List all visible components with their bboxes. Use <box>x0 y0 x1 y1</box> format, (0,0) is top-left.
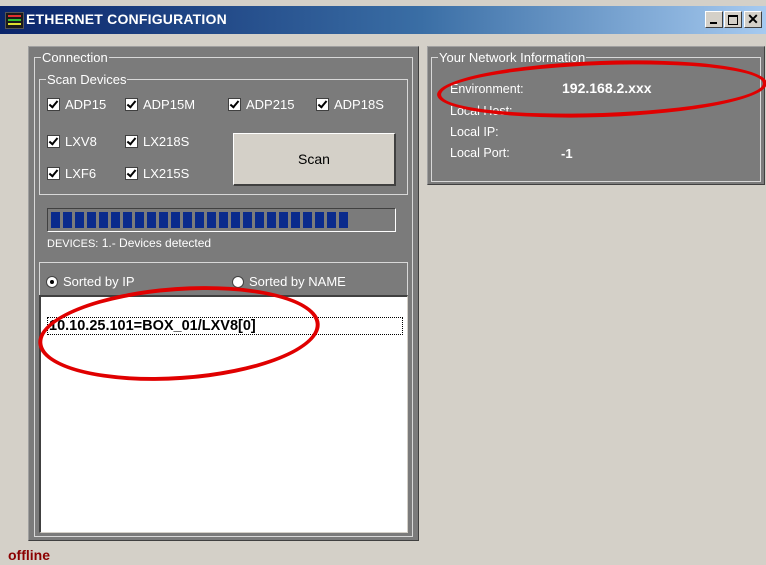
progress-segment <box>135 212 144 228</box>
devices-label: DEVICES: <box>47 238 99 250</box>
checkbox-label: ADP18S <box>334 97 384 112</box>
ethernet-config-window: ETHERNET CONFIGURATION ✕ Connection Scan… <box>0 0 766 565</box>
progress-segment <box>75 212 84 228</box>
checkbox-adp18s[interactable]: ADP18S <box>316 97 384 112</box>
connection-panel: Connection Scan Devices ADP15 ADP15M ADP… <box>28 46 419 541</box>
progress-segment <box>99 212 108 228</box>
progress-segment <box>195 212 204 228</box>
scan-devices-legend: Scan Devices <box>46 72 128 87</box>
window-title: ETHERNET CONFIGURATION <box>26 11 227 27</box>
progress-segment <box>291 212 300 228</box>
radio-icon[interactable] <box>232 275 244 288</box>
checkbox-label: ADP215 <box>246 97 295 112</box>
progress-segment <box>171 212 180 228</box>
checkbox-lx218s[interactable]: LX218S <box>125 134 189 149</box>
connection-status: offline <box>8 547 50 563</box>
progress-segment <box>183 212 192 228</box>
checkbox-adp15m[interactable]: ADP15M <box>125 97 195 112</box>
checkbox-label: ADP15M <box>143 97 196 112</box>
local-ip-label: Local IP: <box>450 125 499 139</box>
checkbox-label: LX218S <box>143 134 190 149</box>
checkbox-check-icon[interactable] <box>125 98 138 111</box>
local-host-label: Local Host: <box>450 104 513 118</box>
progress-segment <box>51 212 60 228</box>
progress-segment <box>123 212 132 228</box>
list-item[interactable]: 10.10.25.101=BOX_01/LXV8[0] <box>47 317 403 335</box>
progress-segment <box>87 212 96 228</box>
checkbox-adp15[interactable]: ADP15 <box>47 97 106 112</box>
progress-segment <box>339 212 348 228</box>
radio-label: Sorted by NAME <box>249 274 346 289</box>
checkbox-label: LXF6 <box>65 166 97 181</box>
minimize-button[interactable] <box>705 11 723 28</box>
radio-sorted-by-name[interactable]: Sorted by NAME <box>232 274 346 289</box>
checkbox-check-icon[interactable] <box>47 98 60 111</box>
checkbox-check-icon[interactable] <box>125 167 138 180</box>
checkbox-lxf6[interactable]: LXF6 <box>47 166 96 181</box>
network-info-group: Your Network Information <box>431 50 761 182</box>
checkbox-adp215[interactable]: ADP215 <box>228 97 294 112</box>
checkbox-label: ADP15 <box>65 97 107 112</box>
close-button[interactable]: ✕ <box>744 11 762 28</box>
checkbox-label: LX215S <box>143 166 190 181</box>
environment-label: Environment: <box>450 82 524 96</box>
progress-segment <box>111 212 120 228</box>
network-info-panel: Your Network Information Environment: 19… <box>427 46 765 185</box>
checkbox-check-icon[interactable] <box>47 167 60 180</box>
checkbox-check-icon[interactable] <box>316 98 329 111</box>
connection-legend: Connection <box>41 50 109 65</box>
scan-progress-bar <box>47 208 396 232</box>
progress-segment <box>279 212 288 228</box>
progress-segment <box>255 212 264 228</box>
progress-segment <box>159 212 168 228</box>
maximize-button[interactable] <box>724 11 742 28</box>
devices-status: DEVICES: 1.- Devices detected <box>47 236 211 250</box>
title-bar[interactable]: ETHERNET CONFIGURATION ✕ <box>0 6 766 34</box>
progress-segment <box>219 212 228 228</box>
radio-sorted-by-ip[interactable]: Sorted by IP <box>46 274 135 289</box>
progress-segment <box>63 212 72 228</box>
local-port-label: Local Port: <box>450 146 510 160</box>
close-icon: ✕ <box>747 11 759 27</box>
radio-selected-icon[interactable] <box>46 275 58 288</box>
progress-segment <box>207 212 216 228</box>
progress-segment <box>315 212 324 228</box>
checkbox-check-icon[interactable] <box>228 98 241 111</box>
environment-value: 192.168.2.xxx <box>562 80 652 96</box>
network-info-legend: Your Network Information <box>438 50 587 65</box>
progress-segment <box>243 212 252 228</box>
progress-segment <box>147 212 156 228</box>
checkbox-label: LXV8 <box>65 134 97 149</box>
checkbox-check-icon[interactable] <box>47 135 60 148</box>
devices-count-text: 1.- Devices detected <box>101 236 212 250</box>
checkbox-lxv8[interactable]: LXV8 <box>47 134 97 149</box>
app-icon <box>5 12 24 29</box>
progress-segment <box>327 212 336 228</box>
progress-segment <box>303 212 312 228</box>
scan-button[interactable]: Scan <box>233 133 396 186</box>
progress-segment <box>267 212 276 228</box>
radio-label: Sorted by IP <box>63 274 135 289</box>
local-port-value: -1 <box>561 146 573 161</box>
checkbox-lx215s[interactable]: LX215S <box>125 166 189 181</box>
checkbox-check-icon[interactable] <box>125 135 138 148</box>
progress-segment <box>231 212 240 228</box>
devices-listbox[interactable]: 10.10.25.101=BOX_01/LXV8[0] <box>39 295 408 533</box>
